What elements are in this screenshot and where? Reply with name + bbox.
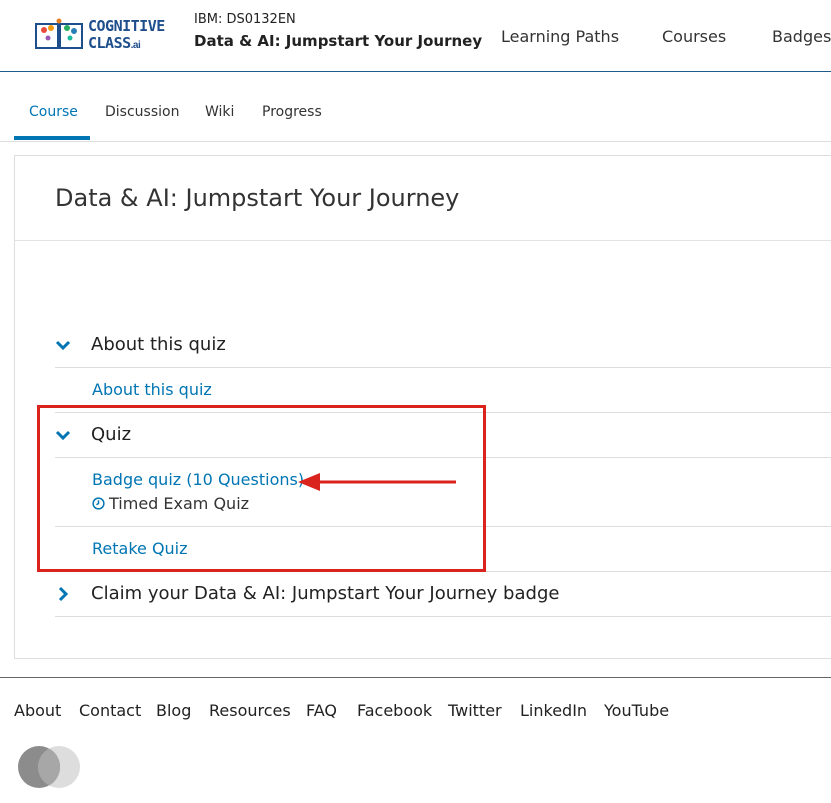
course-code: IBM: DS0132EN: [194, 12, 296, 27]
course-name: Data & AI: Jumpstart Your Journey: [194, 32, 483, 50]
book-logo-icon: [35, 18, 83, 49]
course-tabs: Course Discussion Wiki Progress: [0, 72, 831, 142]
footer-link-linkedin[interactable]: LinkedIn: [520, 701, 587, 720]
footer-link-blog[interactable]: Blog: [156, 701, 191, 720]
active-tab-indicator: [14, 136, 90, 140]
link-about-this-quiz[interactable]: About this quiz: [92, 380, 212, 399]
section-claim-badge[interactable]: Claim your Data & AI: Jumpstart Your Jou…: [55, 572, 831, 617]
title-divider: [15, 240, 831, 241]
footer-divider: [0, 677, 831, 678]
nav-badges[interactable]: Badges: [772, 27, 831, 46]
logo-text-line2: CLASS.ai: [88, 34, 141, 52]
tab-progress[interactable]: Progress: [262, 104, 322, 120]
nav-courses[interactable]: Courses: [662, 27, 726, 46]
section-about-this-quiz[interactable]: About this quiz: [55, 323, 831, 368]
footer-link-faq[interactable]: FAQ: [306, 701, 337, 720]
cognitive-class-logo[interactable]: COGNITIVE CLASS.ai: [34, 14, 174, 54]
privacy-toggle-icon[interactable]: [18, 744, 82, 790]
tab-wiki[interactable]: Wiki: [205, 104, 234, 120]
nav-learning-paths[interactable]: Learning Paths: [501, 27, 619, 46]
arrow-left-icon: [298, 473, 456, 491]
footer-link-twitter[interactable]: Twitter: [448, 701, 502, 720]
section-label: Claim your Data & AI: Jumpstart Your Jou…: [91, 583, 560, 604]
footer-link-facebook[interactable]: Facebook: [357, 701, 432, 720]
footer-link-contact[interactable]: Contact: [79, 701, 141, 720]
chevron-down-icon: [55, 340, 71, 351]
logo-text-line1: COGNITIVE: [88, 17, 165, 35]
tab-discussion[interactable]: Discussion: [105, 104, 179, 120]
tab-course[interactable]: Course: [29, 104, 78, 120]
site-header: COGNITIVE CLASS.ai IBM: DS0132EN Data & …: [0, 0, 831, 72]
footer-link-about[interactable]: About: [14, 701, 61, 720]
chevron-right-icon: [58, 586, 69, 602]
footer-link-resources[interactable]: Resources: [209, 701, 291, 720]
page-title: Data & AI: Jumpstart Your Journey: [55, 184, 460, 212]
section-label: About this quiz: [91, 334, 226, 355]
footer-link-youtube[interactable]: YouTube: [604, 701, 669, 720]
